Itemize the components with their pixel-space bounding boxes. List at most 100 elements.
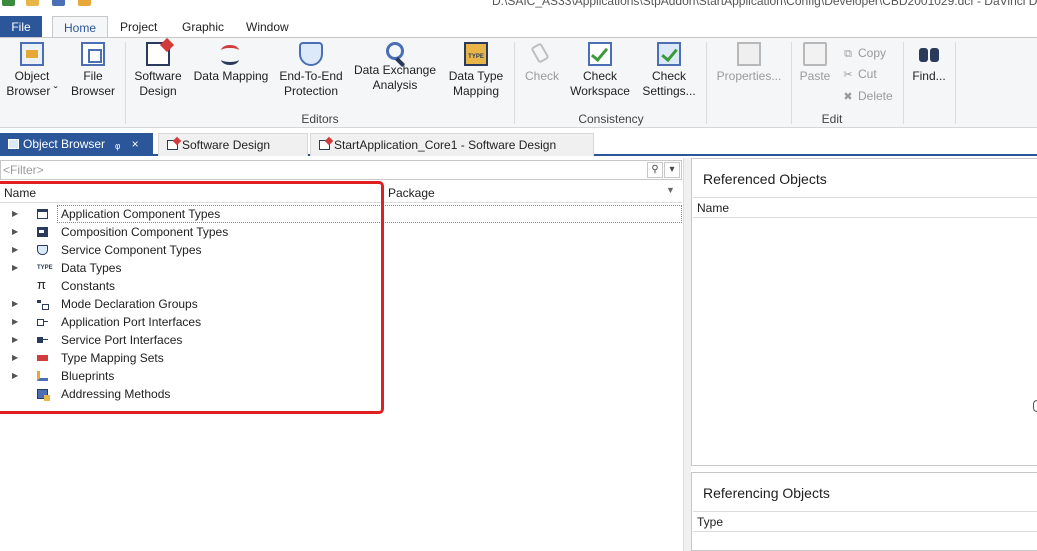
tree-item-label: Composition Component Types	[61, 225, 229, 239]
group-label-consistency: Consistency	[578, 112, 644, 126]
binoculars-icon	[917, 42, 941, 66]
tab-object-browser[interactable]: Object Browser ᵩ ×	[0, 133, 153, 156]
object-browser-button[interactable]: Object Browser ˇ	[4, 42, 60, 99]
properties-button[interactable]: Properties...	[712, 42, 786, 84]
data-exchange-label-2: Analysis	[372, 78, 418, 92]
cut-button[interactable]: ✂ Cut	[842, 67, 876, 81]
column-dropdown-icon[interactable]: ▼	[666, 185, 675, 195]
software-design-button[interactable]: Software Design	[130, 42, 186, 99]
expand-arrow-icon[interactable]: ▶	[12, 241, 18, 259]
expand-arrow-icon[interactable]: ▶	[12, 331, 18, 349]
software-design-tab-icon	[167, 140, 178, 150]
check-icon	[530, 42, 554, 66]
referenced-objects-column-name[interactable]: Name	[693, 197, 1037, 218]
object-browser-label-1: Object	[14, 69, 50, 83]
object-browser-label-2: Browser ˇ	[6, 84, 58, 98]
scissors-icon: ✂	[843, 69, 853, 81]
tree-item[interactable]: ▶ Blueprints	[0, 367, 682, 385]
column-package[interactable]: Package	[388, 186, 435, 200]
check-workspace-label-2: Workspace	[570, 84, 630, 98]
referenced-objects-panel: Referenced Objects Name	[691, 158, 1037, 466]
expand-arrow-icon[interactable]: ▶	[12, 223, 18, 241]
expand-arrow-icon[interactable]: ▶	[12, 259, 18, 277]
expand-arrow-icon[interactable]: ▶	[12, 295, 18, 313]
service-component-icon	[37, 245, 48, 255]
tree-item[interactable]: ▶ Application Port Interfaces	[0, 313, 682, 331]
referenced-objects-title: Referenced Objects	[703, 171, 827, 187]
check-settings-label-1: Check	[651, 69, 686, 83]
paste-button[interactable]: Paste	[796, 42, 834, 84]
folder-icon[interactable]	[78, 0, 91, 6]
tree-item[interactable]: ▶ TYPE Data Types	[0, 259, 682, 277]
file-browser-label-2: Browser	[70, 84, 115, 98]
tree-item-label: Application Component Types	[61, 207, 221, 221]
tree-item-label: Service Port Interfaces	[61, 333, 183, 347]
tab-start-application-label: StartApplication_Core1 - Software Design	[334, 138, 557, 152]
menu-project[interactable]: Project	[112, 16, 165, 38]
filter-input[interactable]	[3, 162, 643, 178]
object-tree: ▶ Application Component Types ▶ Composition…	[0, 205, 682, 403]
magnifier-icon	[386, 42, 404, 60]
tree-item[interactable]: Addressing Methods	[0, 385, 682, 403]
copy-icon: ⧉	[844, 48, 852, 60]
ribbon: Object Browser ˇ File Browser Software D…	[0, 37, 1037, 128]
menu-window[interactable]: Window	[238, 16, 297, 38]
ribbon-separator	[955, 42, 956, 124]
find-button[interactable]: Find...	[908, 42, 950, 84]
tab-start-application-core1[interactable]: StartApplication_Core1 - Software Design	[310, 133, 594, 156]
properties-label: Properties...	[716, 69, 782, 83]
delete-button[interactable]: ✖ Delete	[842, 89, 892, 103]
expand-arrow-icon[interactable]: ▶	[12, 313, 18, 331]
tree-item-label: Addressing Methods	[61, 387, 171, 401]
tree-item[interactable]: ▶ Type Mapping Sets	[0, 349, 682, 367]
data-type-mapping-button[interactable]: Data Type Mapping	[444, 42, 508, 99]
menu-graphic[interactable]: Graphic	[174, 16, 232, 38]
tab-pin-close-controls[interactable]: ᵩ ×	[115, 137, 143, 151]
check-settings-button[interactable]: Check Settings...	[637, 42, 701, 99]
e2e-label-1: End-To-End	[279, 69, 343, 83]
column-name[interactable]: Name	[4, 186, 36, 200]
panel-splitter[interactable]	[683, 158, 691, 551]
data-mapping-button[interactable]: Data Mapping	[191, 42, 271, 84]
open-folder-icon[interactable]	[26, 0, 39, 6]
addressing-method-icon	[37, 389, 50, 401]
tab-object-browser-label: Object Browser	[23, 137, 106, 151]
service-port-interface-icon	[37, 335, 48, 345]
check-workspace-button[interactable]: Check Workspace	[568, 42, 632, 99]
tree-item[interactable]: ▶ Service Component Types	[0, 241, 682, 259]
referencing-objects-column-type[interactable]: Type	[693, 511, 1037, 532]
object-browser-panel: ⚲ ▾ Name Package ▼ ▶ Application Componen…	[0, 158, 683, 551]
column-header: Name Package ▼	[0, 182, 682, 203]
end-to-end-protection-button[interactable]: End-To-End Protection	[276, 42, 346, 99]
pi-icon: π	[37, 277, 46, 292]
davinci-logo-icon	[2, 0, 15, 6]
group-label-edit: Edit	[821, 112, 843, 126]
expand-arrow-icon[interactable]: ▶	[12, 367, 18, 385]
tree-item[interactable]: ▶ Mode Declaration Groups	[0, 295, 682, 313]
data-exchange-analysis-button[interactable]: Data Exchange Analysis	[351, 42, 439, 93]
file-browser-button[interactable]: File Browser	[66, 42, 120, 99]
scroll-edge-handle[interactable]	[1033, 400, 1037, 412]
tree-item[interactable]: ▶ Service Port Interfaces	[0, 331, 682, 349]
menu-home[interactable]: Home	[52, 16, 108, 38]
composition-component-icon	[37, 227, 48, 237]
tree-item[interactable]: ▶ Composition Component Types	[0, 223, 682, 241]
save-icon[interactable]	[52, 0, 65, 6]
check-button[interactable]: Check	[521, 42, 563, 84]
clipboard-icon	[803, 42, 827, 66]
copy-button[interactable]: ⧉ Copy	[842, 46, 886, 61]
object-browser-icon	[20, 42, 44, 66]
group-label-editors: Editors	[301, 112, 339, 126]
search-icon[interactable]: ⚲	[647, 162, 663, 178]
tree-item[interactable]: π Constants	[0, 277, 682, 295]
tab-software-design[interactable]: Software Design	[158, 133, 308, 156]
menu-file[interactable]: File	[0, 16, 42, 38]
tree-item-label: Application Port Interfaces	[61, 315, 202, 329]
ribbon-separator	[514, 42, 515, 124]
expand-arrow-icon[interactable]: ▶	[12, 205, 18, 223]
chevron-down-icon[interactable]: ▾	[664, 162, 680, 178]
expand-arrow-icon[interactable]: ▶	[12, 349, 18, 367]
paste-label: Paste	[799, 69, 831, 83]
tree-item[interactable]: ▶ Application Component Types	[0, 205, 682, 223]
software-design-tab-icon	[319, 140, 330, 150]
